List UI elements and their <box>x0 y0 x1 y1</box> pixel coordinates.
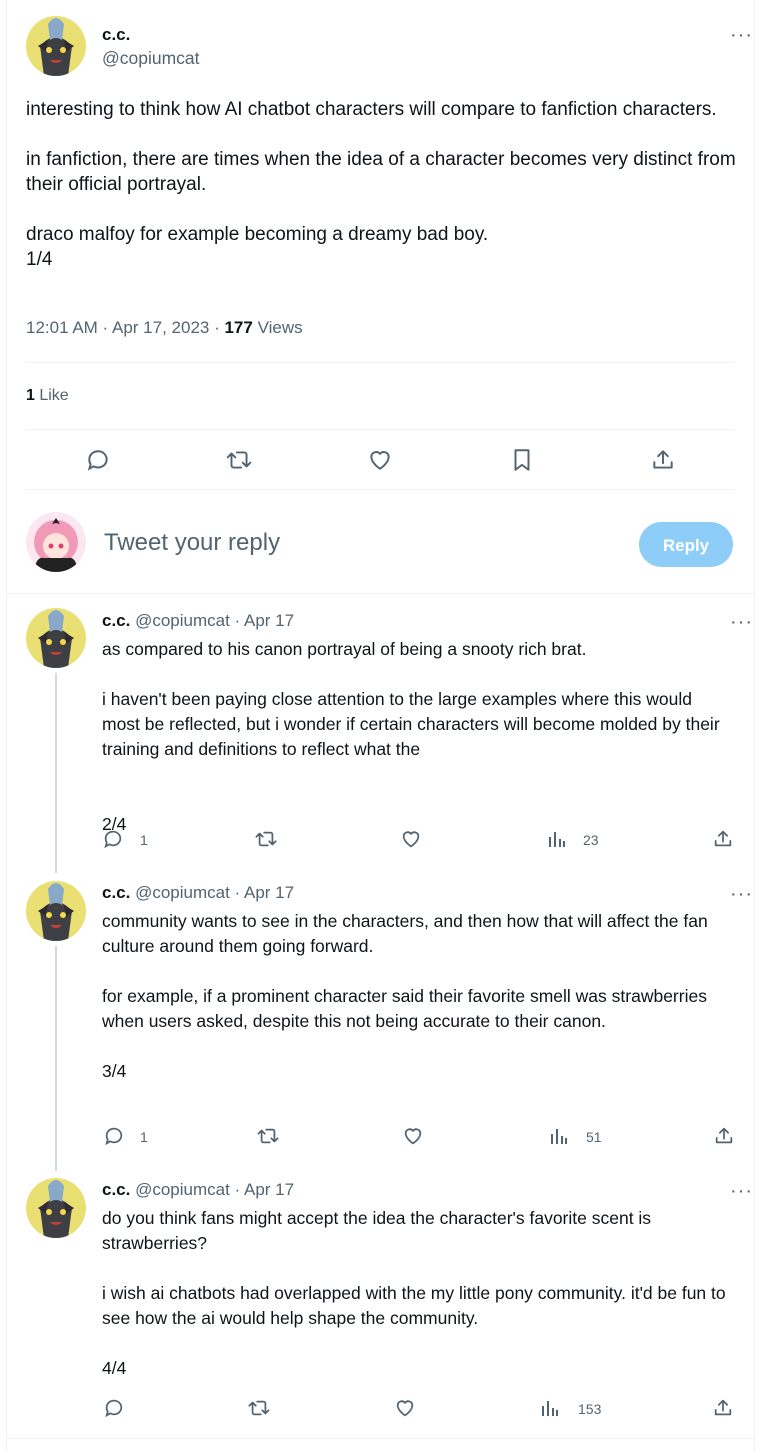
share-icon[interactable] <box>712 828 734 850</box>
divider <box>26 489 734 490</box>
more-options-button[interactable]: ··· <box>730 612 753 632</box>
tweet-timestamp[interactable]: 12:01 AM · Apr 17, 2023 · 177 Views <box>26 318 303 338</box>
divider <box>26 362 734 363</box>
more-options-button[interactable]: ··· <box>730 1181 753 1201</box>
reply-icon[interactable] <box>85 447 111 473</box>
author-name[interactable]: c.c. <box>102 25 130 45</box>
reply-count: 1 <box>140 1129 148 1145</box>
share-icon[interactable] <box>713 1125 735 1147</box>
reply-author-name[interactable]: c.c. <box>102 1180 130 1199</box>
divider <box>6 1438 755 1439</box>
bookmark-icon[interactable] <box>509 447 535 473</box>
likes-stat[interactable]: 1 Like <box>26 387 69 405</box>
reply-avatar[interactable] <box>26 608 86 668</box>
reply-icon[interactable] <box>102 828 124 850</box>
more-options-button[interactable]: ··· <box>730 25 753 45</box>
thread-connector <box>55 946 57 1171</box>
reply-header: c.c. @copiumcat · Apr 17 <box>102 1180 294 1200</box>
reply-count: 1 <box>140 832 148 848</box>
reply-author-name[interactable]: c.c. <box>102 883 130 902</box>
tweet-text: interesting to think how AI chatbot char… <box>26 99 736 270</box>
heart-icon[interactable] <box>402 1125 424 1147</box>
reply-avatar[interactable] <box>26 881 86 941</box>
reply-meta[interactable]: @copiumcat · Apr 17 <box>135 1180 294 1199</box>
divider <box>6 593 755 594</box>
author-avatar[interactable] <box>26 16 86 76</box>
heart-icon[interactable] <box>367 447 393 473</box>
views-count: 23 <box>583 832 599 848</box>
heart-icon[interactable] <box>394 1397 416 1419</box>
share-icon[interactable] <box>712 1397 734 1419</box>
retweet-icon[interactable] <box>225 447 253 473</box>
retweet-icon[interactable] <box>256 1125 280 1147</box>
reply-icon[interactable] <box>103 1125 125 1147</box>
reply-text: do you think fans might accept the idea … <box>102 1208 726 1378</box>
reply-meta[interactable]: @copiumcat · Apr 17 <box>135 611 294 630</box>
likes-label: Like <box>34 387 69 404</box>
retweet-icon[interactable] <box>254 828 278 850</box>
likes-count: 1 <box>26 387 35 404</box>
views-icon[interactable] <box>547 829 567 849</box>
views-count: 153 <box>578 1401 602 1417</box>
reply-icon[interactable] <box>103 1397 125 1419</box>
retweet-icon[interactable] <box>247 1397 271 1419</box>
views-icon[interactable] <box>540 1398 560 1418</box>
author-handle[interactable]: @copiumcat <box>102 48 200 69</box>
reply-meta[interactable]: @copiumcat · Apr 17 <box>135 883 294 902</box>
views-count: 51 <box>586 1129 602 1145</box>
reply-text: as compared to his canon portrayal of be… <box>102 639 720 834</box>
reply-button[interactable]: Reply <box>639 522 733 567</box>
views-count: 177 <box>224 318 253 337</box>
views-label: Views <box>252 318 303 337</box>
more-options-button[interactable]: ··· <box>730 884 753 904</box>
reply-header: c.c. @copiumcat · Apr 17 <box>102 883 294 903</box>
divider <box>26 429 734 430</box>
tweet-time[interactable]: 12:01 AM · Apr 17, 2023 · <box>26 318 224 337</box>
reply-avatar[interactable] <box>26 1178 86 1238</box>
thread-connector <box>55 673 57 873</box>
heart-icon[interactable] <box>400 828 422 850</box>
reply-header: c.c. @copiumcat · Apr 17 <box>102 611 294 631</box>
reply-input[interactable]: Tweet your reply <box>104 529 280 557</box>
share-icon[interactable] <box>650 447 676 473</box>
user-avatar[interactable] <box>26 512 86 572</box>
views-icon[interactable] <box>549 1126 569 1146</box>
reply-text: community wants to see in the characters… <box>102 911 708 1081</box>
reply-author-name[interactable]: c.c. <box>102 611 130 630</box>
